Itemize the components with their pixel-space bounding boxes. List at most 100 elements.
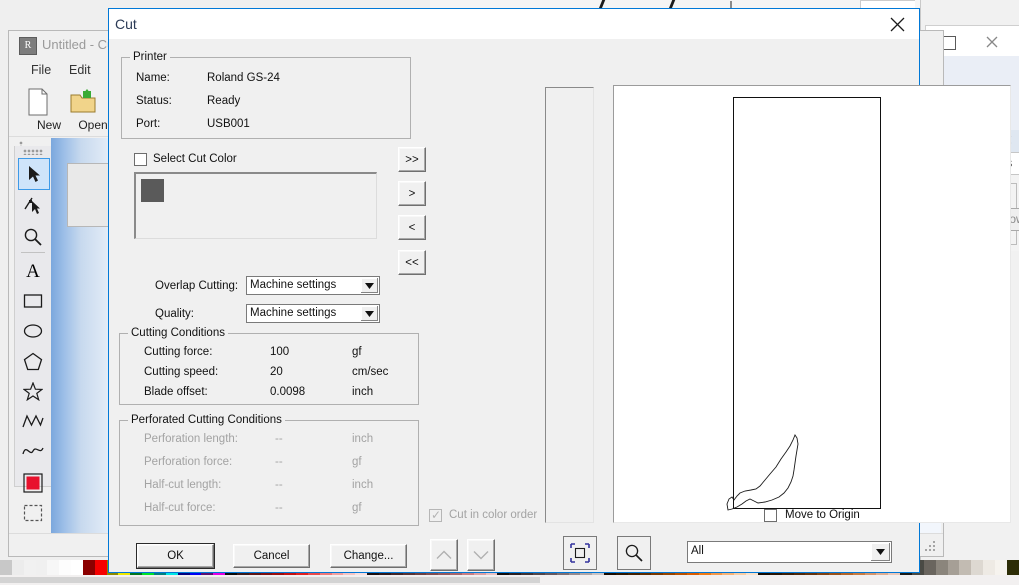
palette-color-80[interactable] [947,560,960,575]
sidebar-item-text-tool[interactable]: A [18,256,48,286]
cancel-label: Cancel [253,550,290,562]
perforation-force-label: Perforation force: [144,456,233,468]
palette-color-8[interactable] [94,560,107,575]
palette-color-4[interactable] [47,560,60,575]
overlap-cutting-label: Overlap Cutting: [155,280,239,292]
cutting-conditions-legend: Cutting Conditions [128,327,228,339]
palette-color-6[interactable] [71,560,83,575]
polyline-icon [22,413,44,429]
perforated-cutting-conditions-group: Perforated Cutting Conditions Perforatio… [119,414,419,526]
chevron-down-icon[interactable] [871,543,890,561]
half-cut-length-label: Half-cut length: [144,479,222,491]
cut-in-color-order-label: Cut in color order [449,509,538,521]
close-icon[interactable] [875,9,919,39]
palette-color-84[interactable] [994,560,1007,575]
close-icon[interactable] [984,34,1000,50]
cut-color-swatch[interactable] [141,179,164,202]
quality-label: Quality: [155,308,194,320]
half-cut-force-unit: gf [352,502,362,514]
quality-select[interactable]: Machine settings [246,304,380,323]
chevron-up-icon [436,550,452,560]
palette-color-7[interactable] [82,560,95,575]
sidebar-item-select-arrow-tool[interactable] [18,158,50,190]
cancel-button[interactable]: Cancel [233,544,310,568]
move-right-button[interactable]: > [398,181,426,206]
color-swatch-icon [23,473,43,493]
blade-offset-label: Blade offset: [144,386,208,398]
cutting-speed-value: 20 [270,366,283,378]
perforation-length-label: Perforation length: [144,433,238,445]
perforation-length-unit: inch [352,433,374,445]
move-all-right-button[interactable]: >> [398,147,426,172]
palette-color-78[interactable] [923,560,936,575]
zoom-button[interactable] [617,536,651,570]
cutting-conditions-group: Cutting Conditions Cutting force: 100 gf… [119,327,419,405]
checkmark-icon: ✓ [431,508,442,522]
tool-palette-grip[interactable] [23,149,43,155]
move-to-origin-checkbox[interactable] [764,509,777,522]
sidebar-item-fill-color-tool[interactable] [18,468,48,498]
move-left-label: < [408,221,416,234]
cutting-force-value: 100 [270,346,290,358]
palette-scrollbar[interactable] [0,577,540,583]
menu-file[interactable]: File [31,63,51,77]
palette-color-85[interactable] [1006,560,1019,575]
new-document-button[interactable]: New [25,88,73,132]
sidebar-item-ellipse-tool[interactable] [18,316,48,346]
overlap-cutting-select[interactable]: Machine settings [246,276,380,295]
chevron-down-icon[interactable] [361,306,378,321]
palette-color-5[interactable] [59,560,72,575]
cut-in-color-order-checkbox[interactable]: ✓ [429,509,442,522]
chevron-down-icon[interactable] [361,278,378,293]
printer-status-label: Status: [136,95,172,107]
palette-color-79[interactable] [935,560,948,575]
select-cut-color-label: Select Cut Color [153,153,237,165]
palette-color-1[interactable] [11,560,24,575]
cut-dialog: Cut Printer Name: Roland GS-24 Status: R… [108,8,1011,573]
cut-preview[interactable] [613,85,1011,523]
cut-dialog-titlebar: Cut [109,9,919,39]
perforation-length-value: -- [275,433,283,445]
cut-color-list[interactable] [134,172,377,239]
tool-palette: A [14,146,52,522]
sidebar-item-curve-tool[interactable] [18,436,48,466]
cut-order-list[interactable] [545,87,594,523]
sidebar-item-zoom-tool[interactable] [18,222,48,252]
palette-color-82[interactable] [971,560,984,575]
magnifier-icon [23,227,43,247]
half-cut-length-unit: inch [352,479,374,491]
sidebar-item-polyline-tool[interactable] [18,406,48,436]
move-all-left-button[interactable]: << [398,250,426,275]
menu-edit[interactable]: Edit [69,63,91,77]
palette-color-83[interactable] [983,560,995,575]
fit-to-selection-button[interactable] [563,536,597,570]
palette-color-81[interactable] [959,560,972,575]
resize-grip-icon[interactable] [925,541,937,553]
move-all-right-label: >> [405,153,419,166]
move-down-button[interactable] [467,539,495,571]
change-button[interactable]: Change... [330,544,407,568]
move-left-button[interactable]: < [398,215,426,240]
ok-button[interactable]: OK [137,544,214,568]
sidebar-item-rectangle-tool[interactable] [18,286,48,316]
sidebar-item-polygon-tool[interactable] [18,346,48,376]
move-all-left-label: << [405,256,419,269]
view-select[interactable]: All [687,541,892,563]
perforated-conditions-legend: Perforated Cutting Conditions [128,414,285,426]
sidebar-item-star-tool[interactable] [18,376,48,406]
palette-color-2[interactable] [23,560,36,575]
select-cut-color-checkbox[interactable] [134,153,147,166]
polygon-icon [23,352,43,371]
blade-offset-value: 0.0098 [270,386,306,398]
sidebar-item-node-edit-tool[interactable] [18,190,48,220]
new-document-label: New [36,118,61,132]
printer-port-value: USB001 [207,118,250,130]
ellipse-icon [23,323,43,339]
maximize-icon[interactable] [942,36,956,50]
palette-color-3[interactable] [35,560,48,575]
cut-dialog-body: Printer Name: Roland GS-24 Status: Ready… [109,39,1011,572]
palette-color-0[interactable] [0,560,12,575]
sidebar-item-marquee-select-tool[interactable] [18,498,48,528]
blade-offset-unit: inch [352,386,374,398]
move-up-button[interactable] [430,539,458,571]
